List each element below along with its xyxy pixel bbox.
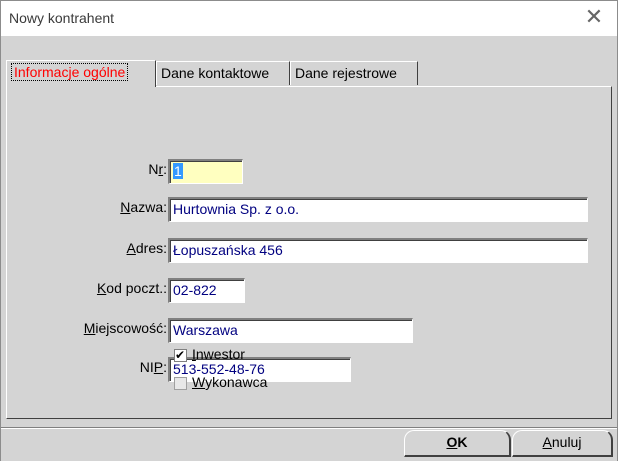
tab-label: Dane rejestrowe bbox=[295, 65, 397, 81]
tab-label: Informacje ogólne bbox=[11, 63, 129, 81]
checkmark-icon: ✔ bbox=[175, 348, 186, 362]
dialog-content: Informacje ogólne Dane kontaktowe Dane r… bbox=[1, 37, 617, 461]
adres-field[interactable]: Łopuszańska 456 bbox=[168, 238, 588, 263]
tab-panel: Nr: 1 Nazwa: Hurtownia Sp. z o.o. Adres:… bbox=[6, 86, 612, 419]
cancel-button[interactable]: Anuluj bbox=[512, 430, 613, 457]
nr-field[interactable]: 1 bbox=[168, 159, 243, 184]
tab-dane-kontaktowe[interactable]: Dane kontaktowe bbox=[156, 61, 290, 85]
tab-informacje-ogolne[interactable]: Informacje ogólne bbox=[6, 60, 156, 87]
kod-pocztowy-label: Kod poczt.: bbox=[96, 280, 167, 296]
kod-pocztowy-field[interactable]: 02-822 bbox=[168, 278, 245, 303]
inwestor-label[interactable]: Inwestor bbox=[192, 346, 245, 362]
tab-label: Dane kontaktowe bbox=[161, 65, 270, 81]
tab-dane-rejestrowe[interactable]: Dane rejestrowe bbox=[290, 61, 418, 85]
miejscowosc-label: Miejscowość: bbox=[83, 320, 167, 336]
miejscowosc-field[interactable]: Warszawa bbox=[168, 318, 413, 343]
ok-button[interactable]: OK bbox=[404, 430, 511, 457]
window-title: Nowy kontrahent bbox=[9, 10, 115, 26]
close-icon[interactable]: ✕ bbox=[571, 1, 617, 36]
adres-label: Adres: bbox=[126, 240, 167, 256]
wykonawca-label[interactable]: Wykonawca bbox=[192, 374, 267, 390]
nazwa-label: Nazwa: bbox=[120, 199, 167, 215]
nip-label: NIP: bbox=[139, 359, 167, 375]
nazwa-field[interactable]: Hurtownia Sp. z o.o. bbox=[168, 197, 588, 222]
nr-label: Nr: bbox=[148, 161, 167, 177]
inwestor-checkbox[interactable]: ✔ bbox=[174, 348, 187, 362]
wykonawca-checkbox[interactable] bbox=[174, 377, 187, 390]
title-bar[interactable]: Nowy kontrahent ✕ bbox=[1, 1, 617, 36]
bottom-separator bbox=[1, 427, 617, 429]
dialog-window: Nowy kontrahent ✕ Informacje ogólne Dane… bbox=[0, 0, 618, 461]
